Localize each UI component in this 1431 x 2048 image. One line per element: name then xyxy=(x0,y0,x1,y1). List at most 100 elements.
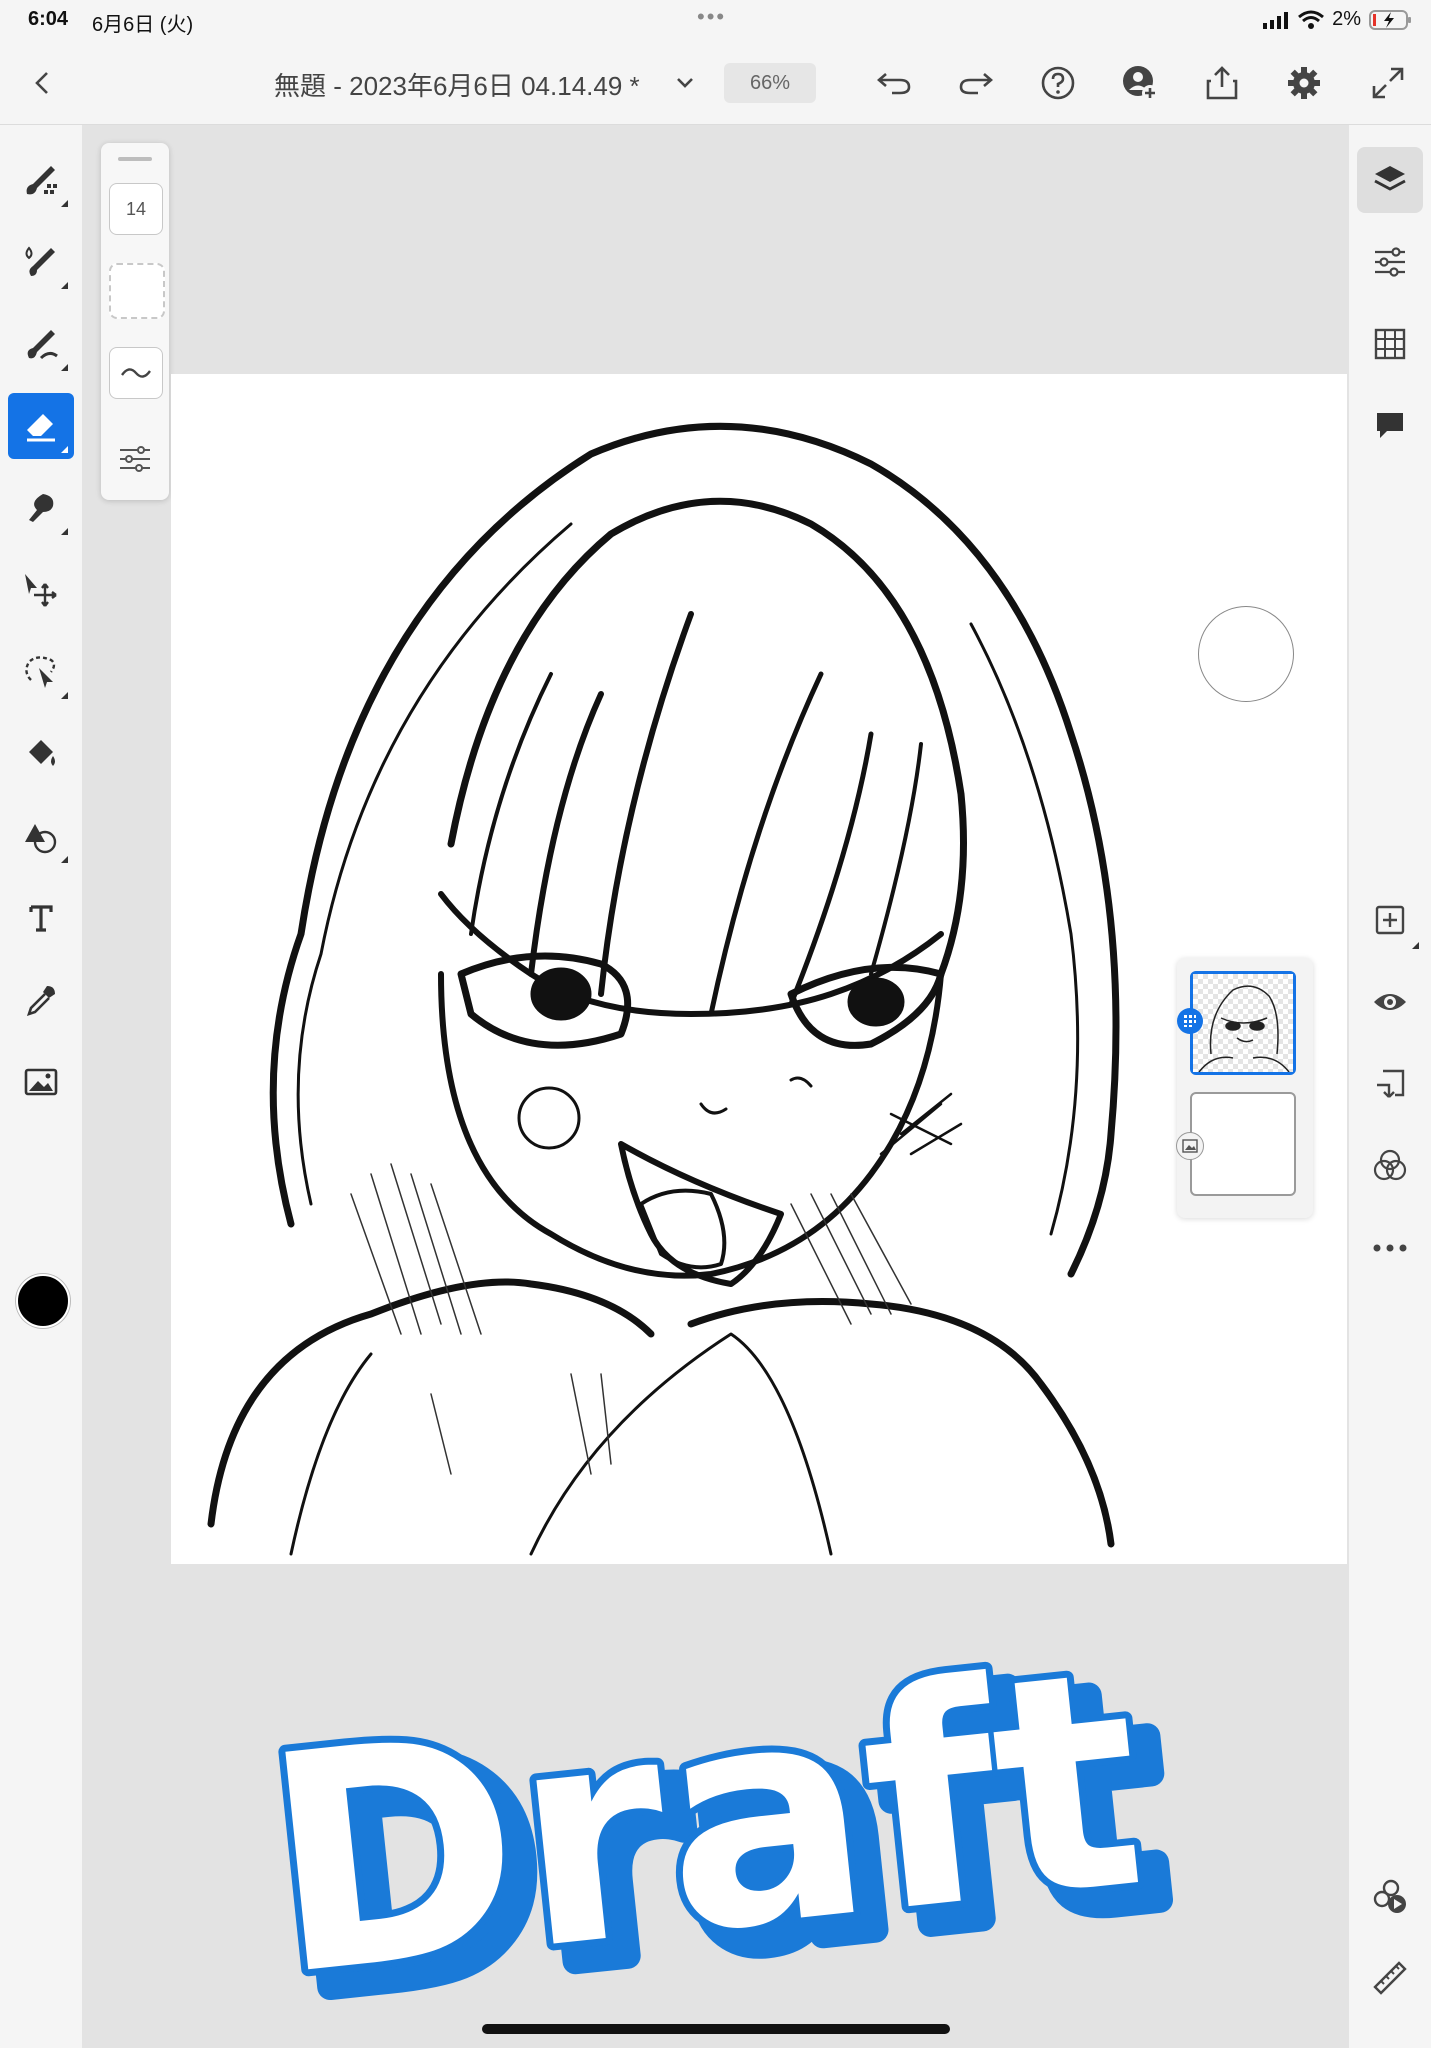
zoom-level[interactable]: 66% xyxy=(724,63,816,103)
invite-user-icon xyxy=(1123,66,1158,101)
sliders-icon xyxy=(1375,247,1405,277)
back-button[interactable] xyxy=(20,61,64,105)
sliders-icon xyxy=(120,446,150,472)
document-title[interactable]: 無題 - 2023年6月6日 04.14.49 * xyxy=(274,66,640,103)
undo-button[interactable] xyxy=(872,61,916,105)
draft-wordmark: Draft Draft xyxy=(245,1597,1192,2048)
blend-mode-icon xyxy=(1373,1149,1407,1181)
pixel-brush-tool[interactable] xyxy=(8,147,74,213)
pixel-layer-icon xyxy=(1184,1015,1196,1027)
status-date: 6月6日 (火) xyxy=(92,14,194,36)
redo-icon xyxy=(959,73,993,95)
shape-tool[interactable] xyxy=(8,803,74,869)
eraser-icon xyxy=(27,414,55,442)
expand-icon xyxy=(1372,67,1404,99)
ruler-button[interactable] xyxy=(1357,1945,1423,2011)
eraser-tool[interactable] xyxy=(8,393,74,459)
gear-icon xyxy=(1288,67,1320,99)
selection-tool[interactable] xyxy=(8,639,74,705)
comment-icon xyxy=(1377,413,1403,438)
text-icon xyxy=(29,905,53,932)
text-tool[interactable] xyxy=(8,885,74,951)
left-toolbar xyxy=(0,125,82,2048)
comments-button[interactable] xyxy=(1357,393,1423,459)
layer-thumbnail-sketch[interactable] xyxy=(1177,971,1296,1075)
grid-icon xyxy=(1374,328,1406,360)
multitasking-dots[interactable]: ••• xyxy=(697,4,726,30)
move-icon xyxy=(25,574,57,607)
status-time: 6:04 xyxy=(28,8,69,30)
more-button[interactable] xyxy=(1357,1215,1423,1281)
layers-panel xyxy=(1176,958,1313,1218)
add-layer-button[interactable] xyxy=(1357,887,1423,953)
smudge-tool[interactable] xyxy=(8,475,74,541)
share-icon xyxy=(1206,66,1238,100)
status-bar: 6:04 6月6日 (火) ••• 2% xyxy=(0,0,1431,42)
layer-thumbnail-background[interactable] xyxy=(1176,1092,1296,1196)
draft-text: Draft xyxy=(252,1604,1157,2005)
paint-bucket-icon xyxy=(29,740,55,766)
battery-charging-icon xyxy=(1369,9,1411,30)
vector-brush-tool[interactable] xyxy=(8,311,74,377)
settings-button[interactable] xyxy=(1282,61,1326,105)
merge-down-button[interactable] xyxy=(1357,1051,1423,1117)
wifi-icon xyxy=(1298,10,1325,29)
color-swatch[interactable] xyxy=(16,1274,70,1328)
title-bar: 無題 - 2023年6月6日 04.14.49 * 66% xyxy=(0,42,1431,125)
live-brush-tool[interactable] xyxy=(8,229,74,295)
brush-settings-button[interactable] xyxy=(113,437,157,481)
layer-type-badge xyxy=(1176,1132,1204,1160)
fill-tool[interactable] xyxy=(8,721,74,787)
vector-brush-icon xyxy=(27,330,58,360)
undo-icon xyxy=(877,73,911,95)
drawing-canvas[interactable] xyxy=(171,374,1347,1564)
ruler-icon xyxy=(1373,1961,1407,1995)
pixel-brush-icon xyxy=(26,166,57,195)
invite-button[interactable] xyxy=(1118,61,1162,105)
fullscreen-button[interactable] xyxy=(1366,61,1410,105)
wave-icon xyxy=(121,368,151,378)
grid-button[interactable] xyxy=(1357,311,1423,377)
brush-settings-panel: 14 xyxy=(101,143,169,500)
home-indicator[interactable] xyxy=(482,2024,950,2034)
add-layer-icon xyxy=(1375,905,1405,935)
brush-smoothing-control[interactable] xyxy=(109,347,163,399)
draft-watermark: Draft Draft xyxy=(245,1585,1200,2048)
panel-drag-handle[interactable] xyxy=(118,157,152,161)
image-icon xyxy=(24,1068,58,1096)
layer-properties-button[interactable] xyxy=(1357,229,1423,295)
brush-size-control[interactable]: 14 xyxy=(109,183,163,235)
battery-percent: 2% xyxy=(1332,8,1361,30)
image-layer-icon xyxy=(1182,1139,1198,1153)
blend-mode-button[interactable] xyxy=(1357,1133,1423,1199)
layer-visibility-button[interactable] xyxy=(1357,969,1423,1035)
live-brush-icon xyxy=(25,246,55,276)
status-indicators: 2% xyxy=(1262,8,1413,31)
document-menu-button[interactable] xyxy=(663,61,707,105)
lasso-icon xyxy=(25,656,56,688)
brush-cursor xyxy=(1198,606,1294,702)
layers-button[interactable] xyxy=(1357,147,1423,213)
redo-button[interactable] xyxy=(954,61,998,105)
more-icon xyxy=(1373,1244,1407,1252)
layers-icon xyxy=(1374,166,1406,191)
brush-opacity-control[interactable] xyxy=(109,263,165,319)
smudge-icon xyxy=(29,494,54,522)
eyedropper-tool[interactable] xyxy=(8,967,74,1033)
livestream-button[interactable] xyxy=(1357,1863,1423,1929)
share-button[interactable] xyxy=(1200,61,1244,105)
transform-tool[interactable] xyxy=(8,557,74,623)
right-toolbar xyxy=(1349,125,1431,2048)
eye-icon xyxy=(1374,994,1406,1010)
image-tool[interactable] xyxy=(8,1049,74,1115)
help-icon xyxy=(1041,66,1075,100)
help-button[interactable] xyxy=(1036,61,1080,105)
shapes-icon xyxy=(25,824,57,854)
layer-preview xyxy=(1193,974,1293,1073)
chevron-left-icon xyxy=(35,72,48,94)
sketch-artwork xyxy=(207,422,1120,1556)
layer-type-badge xyxy=(1177,1008,1203,1034)
chevron-down-icon xyxy=(677,78,693,88)
livestream-icon xyxy=(1373,1879,1406,1913)
cellular-icon xyxy=(1263,11,1289,29)
